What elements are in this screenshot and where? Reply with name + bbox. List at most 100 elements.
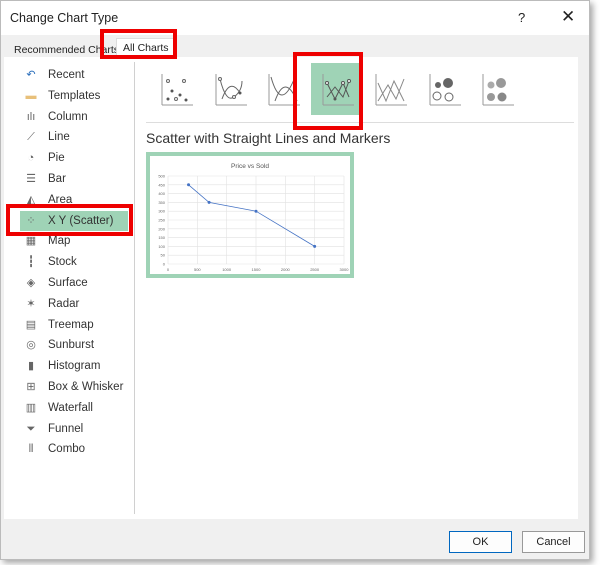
box-whisker-icon: ⊞ <box>26 381 36 393</box>
y-tick-label: 500 <box>158 174 165 179</box>
chart-preview[interactable]: Price vs Sold 0 50 100 150 200 250 300 350 400 450… <box>146 152 354 278</box>
sidebar-item-label: Column <box>48 110 88 123</box>
subtype-bubble-3d[interactable] <box>471 63 523 115</box>
x-tick-label: 500 <box>194 267 201 272</box>
dialog-title: Change Chart Type <box>10 11 119 25</box>
y-tick-label: 0 <box>163 262 166 267</box>
pie-chart-icon: ◔ <box>27 152 35 165</box>
sidebar-item-stock[interactable]: ┇ Stock <box>20 252 128 272</box>
sidebar-item-label: Treemap <box>48 318 94 331</box>
sidebar-item-label: Stock <box>48 256 77 269</box>
folder-icon: ▬ <box>25 89 37 102</box>
surface-chart-icon: ◈ <box>26 277 36 289</box>
sidebar-item-radar[interactable]: ✶ Radar <box>20 294 128 314</box>
sidebar-item-pie[interactable]: ◔ Pie <box>20 148 128 168</box>
sidebar-item-map[interactable]: ▦ Map <box>20 231 128 251</box>
map-icon: ▦ <box>25 235 37 248</box>
series-line <box>188 184 315 247</box>
data-point <box>187 183 191 187</box>
scatter-smooth-markers-icon <box>215 74 247 106</box>
subtype-scatter-smooth[interactable] <box>257 63 309 115</box>
recent-icon: ↶ <box>26 69 36 81</box>
close-button[interactable]: ✕ <box>561 7 575 27</box>
funnel-icon: ⏷ <box>26 422 36 435</box>
sidebar-item-combo[interactable]: ⫴ Combo <box>20 439 128 459</box>
waterfall-icon: ▥ <box>25 401 37 414</box>
y-tick-label: 150 <box>158 235 165 240</box>
subtype-bubble[interactable] <box>418 63 470 115</box>
sidebar-item-area[interactable]: ◭ Area <box>20 190 128 210</box>
sidebar-item-label: Box & Whisker <box>48 381 124 393</box>
scatter-chart-icon: ⁘ <box>26 214 36 227</box>
area-chart-icon: ◭ <box>26 193 36 206</box>
radar-chart-icon: ✶ <box>26 297 36 310</box>
combo-chart-icon: ⫴ <box>28 443 34 456</box>
sidebar-item-label: Waterfall <box>48 401 93 414</box>
scatter-smooth-icon <box>268 74 300 106</box>
sunburst-icon: ◎ <box>26 339 36 352</box>
y-tick-label: 300 <box>158 209 165 214</box>
sidebar-item-label: Recent <box>48 69 85 81</box>
y-tick-label: 50 <box>161 253 166 258</box>
subtype-scatter[interactable] <box>150 63 202 115</box>
sidebar-item-label: X Y (Scatter) <box>48 214 114 227</box>
sidebar-item-label: Combo <box>48 443 86 456</box>
sidebar-item-surface[interactable]: ◈ Surface <box>20 273 128 293</box>
divider <box>146 122 574 123</box>
sidebar-item-templates[interactable]: ▬ Templates <box>20 86 128 106</box>
sidebar-item-label: Pie <box>48 152 65 165</box>
line-chart-icon: ⟋ <box>27 131 35 144</box>
x-tick-label: 0 <box>167 267 170 272</box>
scatter-straight-icon <box>375 74 407 106</box>
title-bar: Change Chart Type ? ✕ <box>1 1 589 35</box>
sidebar-item-recent[interactable]: ↶ Recent <box>20 65 128 85</box>
sidebar-item-sunburst[interactable]: ◎ Sunburst <box>20 335 128 355</box>
x-tick-label: 2000 <box>281 267 291 272</box>
sidebar-item-label: Radar <box>48 297 80 310</box>
x-tick-label: 1500 <box>252 267 262 272</box>
tab-all-charts[interactable]: All Charts <box>116 38 176 56</box>
x-tick-label: 3000 <box>340 267 350 272</box>
sidebar-item-label: Map <box>48 235 71 248</box>
data-point <box>207 200 211 204</box>
scatter-straight-markers-icon <box>322 74 354 106</box>
bubble-3d-icon <box>482 74 514 106</box>
sidebar-item-funnel[interactable]: ⏷ Funnel <box>20 419 128 439</box>
ok-button[interactable]: OK <box>449 531 512 553</box>
chart-subtype-gallery <box>146 63 514 116</box>
sidebar-item-treemap[interactable]: ▤ Treemap <box>20 315 128 335</box>
sidebar-item-label: Sunburst <box>48 339 95 352</box>
y-tick-label: 200 <box>158 226 165 231</box>
help-button[interactable]: ? <box>518 10 525 25</box>
treemap-icon: ▤ <box>25 318 37 331</box>
y-tick-label: 350 <box>158 200 165 205</box>
y-tick-label: 100 <box>158 244 165 249</box>
subtype-title: Scatter with Straight Lines and Markers <box>146 130 391 146</box>
sidebar-item-x-y-scatter[interactable]: ⁘ X Y (Scatter) <box>20 210 128 231</box>
sidebar-item-box-whisker[interactable]: ⊞ Box & Whisker <box>20 377 128 397</box>
sidebar-item-histogram[interactable]: ▮ Histogram <box>20 356 128 376</box>
subtype-scatter-smooth-markers[interactable] <box>204 63 256 115</box>
sidebar-item-label: Surface <box>48 277 88 289</box>
scatter-icon <box>161 74 193 106</box>
divider <box>134 62 135 514</box>
subtype-scatter-straight[interactable] <box>364 63 416 115</box>
y-tick-label: 400 <box>158 191 165 196</box>
preview-chart: Price vs Sold 0 50 100 150 200 250 300 350 400 450… <box>158 163 350 272</box>
stock-chart-icon: ┇ <box>27 256 35 269</box>
x-tick-label: 2500 <box>310 267 320 272</box>
bubble-icon <box>429 74 461 106</box>
y-tick-label: 250 <box>158 218 165 223</box>
data-point <box>254 209 258 213</box>
histogram-icon: ▮ <box>27 360 35 373</box>
sidebar-item-bar[interactable]: ☰ Bar <box>20 169 128 189</box>
sidebar-item-waterfall[interactable]: ▥ Waterfall <box>20 398 128 418</box>
sidebar-item-line[interactable]: ⟋ Line <box>20 127 128 147</box>
chart-title: Price vs Sold <box>231 163 269 170</box>
sidebar-item-label: Bar <box>48 173 66 185</box>
subtype-scatter-straight-markers[interactable] <box>310 63 363 115</box>
cancel-button[interactable]: Cancel <box>522 531 585 553</box>
y-tick-label: 450 <box>158 182 165 187</box>
sidebar-item-label: Funnel <box>48 422 84 435</box>
sidebar-item-column[interactable]: ılı Column <box>20 107 128 127</box>
